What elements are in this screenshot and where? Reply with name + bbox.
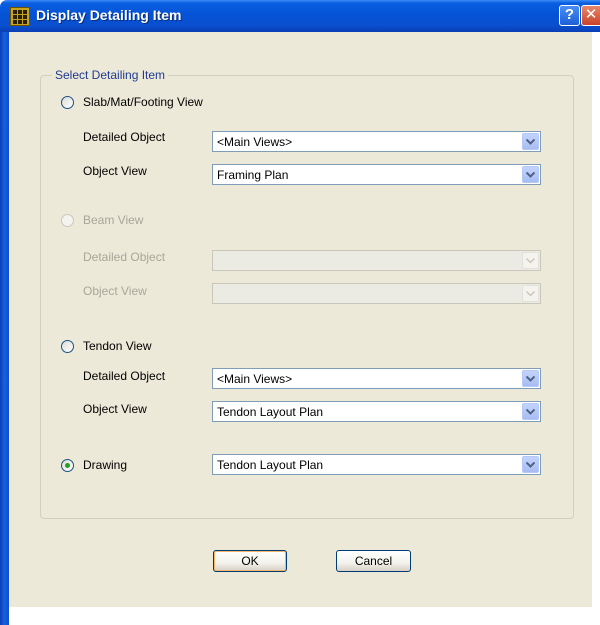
dialog-window: Display Detailing Item ? ✕ Select Detail… [0,0,600,625]
close-button[interactable]: ✕ [581,5,600,26]
chevron-down-icon[interactable] [522,370,539,387]
beam-view-label: Beam View [83,213,144,227]
window-title: Display Detailing Item [36,7,182,23]
tendon-view-radio[interactable] [61,340,74,353]
group-legend: Select Detailing Item [52,68,169,82]
help-icon: ? [564,6,575,23]
tendon-detailed-object-label: Detailed Object [83,369,166,383]
tendon-object-view-value: Tendon Layout Plan [217,405,324,419]
drawing-radio[interactable] [61,459,74,472]
app-grid-icon [10,7,30,26]
close-icon: ✕ [584,6,598,23]
drawing-value: Tendon Layout Plan [217,458,324,472]
ok-button[interactable]: OK [213,550,287,572]
slab-detailed-object-select[interactable]: <Main Views> [212,131,541,152]
drawing-label[interactable]: Drawing [83,458,127,472]
slab-object-view-value: Framing Plan [217,168,289,182]
drawing-select[interactable]: Tendon Layout Plan [212,454,541,475]
beam-object-view-select [212,283,541,304]
tendon-view-label[interactable]: Tendon View [83,339,152,353]
beam-detailed-object-label: Detailed Object [83,250,166,264]
beam-object-view-label: Object View [83,284,147,298]
tendon-detailed-object-value: <Main Views> [217,372,293,386]
tendon-detailed-object-select[interactable]: <Main Views> [212,368,541,389]
chevron-down-icon[interactable] [522,133,539,150]
help-button[interactable]: ? [559,5,580,26]
slab-detailed-object-value: <Main Views> [217,135,293,149]
slab-object-view-label: Object View [83,164,147,178]
beam-detailed-object-select [212,250,541,271]
radio-selected-dot [65,463,70,468]
slab-view-label[interactable]: Slab/Mat/Footing View [83,95,203,109]
title-bar[interactable]: Display Detailing Item ? ✕ [0,0,600,32]
chevron-down-icon [522,252,539,269]
slab-detailed-object-label: Detailed Object [83,130,166,144]
tendon-object-view-select[interactable]: Tendon Layout Plan [212,401,541,422]
beam-view-radio [61,214,74,227]
chevron-down-icon[interactable] [522,166,539,183]
slab-view-radio[interactable] [61,96,74,109]
window-frame-left [0,32,9,625]
chevron-down-icon [522,285,539,302]
chevron-down-icon[interactable] [522,456,539,473]
slab-object-view-select[interactable]: Framing Plan [212,164,541,185]
tendon-object-view-label: Object View [83,402,147,416]
chevron-down-icon[interactable] [522,403,539,420]
cancel-button[interactable]: Cancel [336,550,411,572]
